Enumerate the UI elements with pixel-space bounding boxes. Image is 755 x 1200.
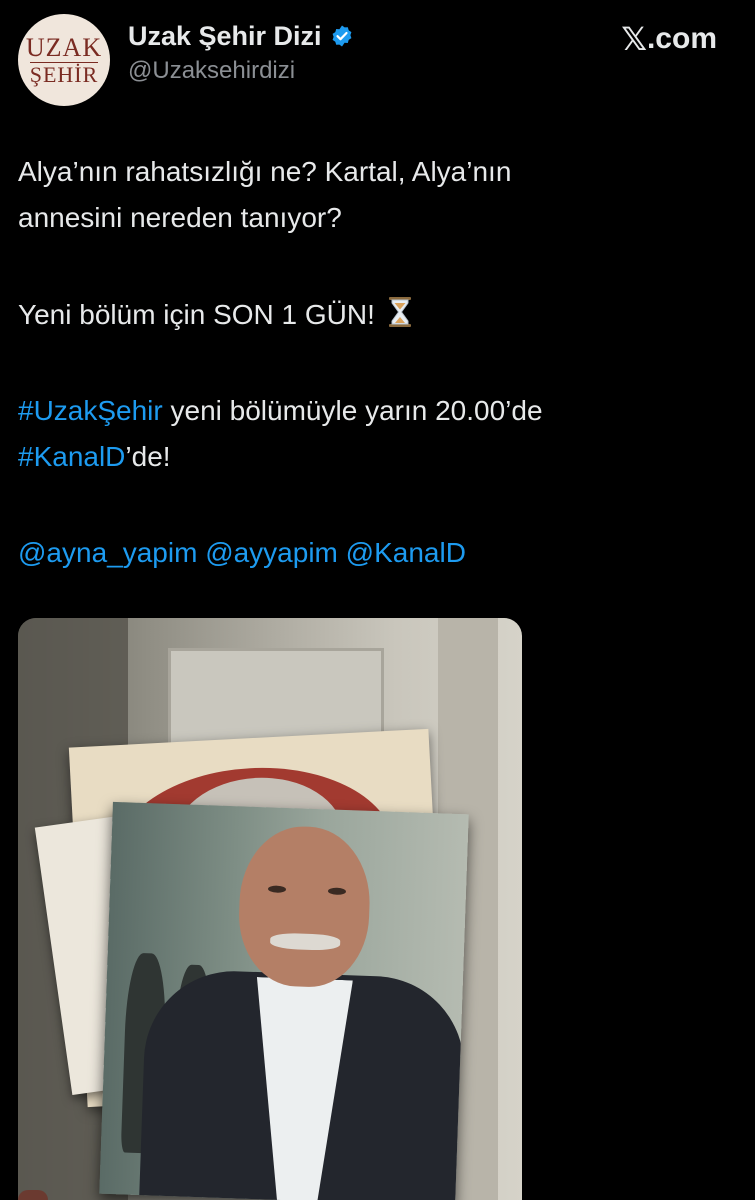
brand-text: .com	[646, 22, 717, 55]
tweet-text-line3: Yeni bölüm için SON 1 GÜN!	[18, 295, 413, 334]
mention-ayna-yapim[interactable]: @ayna_yapim	[18, 537, 197, 568]
tweet-text-line5: #KanalD’de!	[18, 437, 171, 476]
next-tweet-avatar-edge	[18, 1190, 48, 1200]
avatar-logo-line2: ŞEHİR	[29, 61, 99, 87]
hourglass-icon	[388, 297, 411, 327]
mention-ayyapim[interactable]: @ayyapim	[205, 537, 338, 568]
x-com-brand: 𝕏 .com	[621, 20, 717, 58]
tweet-text-line4: #UzakŞehir yeni bölümüyle yarın 20.00’de	[18, 391, 543, 430]
tweet-text-line1: Alya’nın rahatsızlığı ne? Kartal, Alya’n…	[18, 156, 512, 187]
tweet-media-image[interactable]	[18, 618, 522, 1200]
hashtag-uzaksehir[interactable]: #UzakŞehir	[18, 395, 163, 426]
author-handle[interactable]: @Uzaksehirdizi	[128, 57, 295, 85]
hashtag-kanald[interactable]: #KanalD	[18, 441, 125, 472]
x-logo-icon: 𝕏	[621, 21, 647, 57]
verified-badge-icon	[332, 25, 351, 47]
mentions-line: @ayna_yapim @ayyapim @KanalD	[18, 533, 466, 572]
countdown-text: Yeni bölüm için SON 1 GÜN!	[18, 299, 375, 330]
avatar-logo-line1: UZAK	[25, 32, 103, 62]
mention-kanald[interactable]: @KanalD	[346, 537, 466, 568]
tweet-text-line2: annesini nereden tanıyor?	[18, 202, 342, 233]
photo-card-front	[99, 801, 469, 1200]
display-name[interactable]: Uzak Şehir Dizi	[128, 21, 322, 52]
tweet-text-line4-rest: yeni bölümüyle yarın 20.00’de	[162, 395, 543, 426]
author-name-row: Uzak Şehir Dizi	[128, 18, 354, 54]
tweet-text-line5-rest: ’de!	[125, 441, 171, 472]
man-face	[236, 824, 373, 989]
avatar[interactable]: UZAK ŞEHİR	[18, 14, 110, 106]
